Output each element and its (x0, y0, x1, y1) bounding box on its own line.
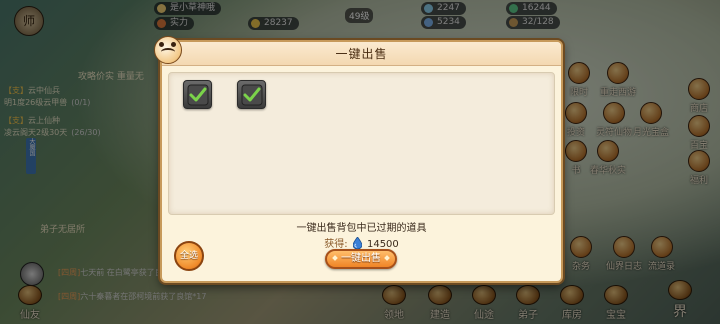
expired-item-slot[interactable] (237, 80, 266, 109)
one-click-sell-dialog: 一键出售 一键出售背包中已过期的道具 获得: 14500 全选 一键出售 (154, 36, 563, 283)
cat-mascot-icon (154, 36, 182, 64)
select-all-button[interactable]: 全选 (174, 241, 204, 271)
sell-description: 一键出售背包中已过期的道具 (296, 223, 427, 234)
dialog-title: 一键出售 (335, 47, 388, 61)
gain-row: 获得: 14500 (162, 235, 561, 250)
water-drop-icon (352, 237, 362, 249)
checkmark-icon (241, 84, 263, 106)
checkmark-icon (187, 84, 209, 106)
one-click-sell-button[interactable]: 一键出售 (325, 249, 397, 269)
expired-items-panel (168, 72, 555, 215)
expired-item-slot[interactable] (183, 80, 212, 109)
